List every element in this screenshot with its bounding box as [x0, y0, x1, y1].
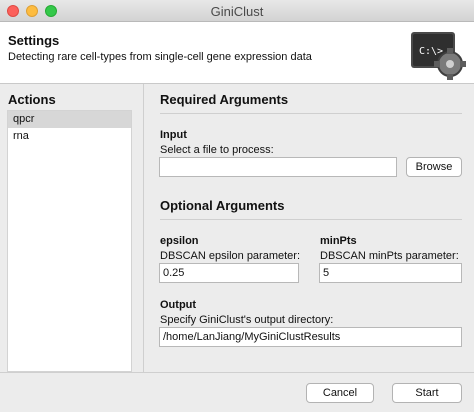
settings-subtitle: Detecting rare cell-types from single-ce…: [8, 51, 312, 63]
actions-list: qpcr rna: [7, 110, 132, 372]
minpts-help: DBSCAN minPts parameter:: [320, 250, 459, 262]
action-item-rna[interactable]: rna: [8, 128, 131, 145]
epsilon-label: epsilon: [160, 235, 199, 247]
actions-title: Actions: [8, 92, 56, 107]
title-bar: GiniClust: [0, 0, 474, 22]
output-directory-field[interactable]: /home/LanJiang/MyGiniClustResults: [159, 327, 462, 347]
action-item-qpcr[interactable]: qpcr: [8, 111, 131, 128]
cancel-button[interactable]: Cancel: [306, 383, 374, 403]
output-label: Output: [160, 299, 197, 311]
epsilon-help: DBSCAN epsilon parameter:: [160, 250, 301, 262]
epsilon-field[interactable]: 0.25: [159, 263, 299, 283]
required-divider: [160, 113, 462, 114]
input-help: Select a file to process:: [160, 144, 274, 156]
minpts-label: minPts: [320, 235, 357, 247]
start-button[interactable]: Start: [392, 383, 462, 403]
input-file-field[interactable]: [159, 157, 397, 177]
input-label: Input: [160, 129, 187, 141]
minpts-field[interactable]: 5: [319, 263, 462, 283]
terminal-gear-icon: C:\>_: [411, 32, 466, 80]
arguments-panel: Required Arguments Input Select a file t…: [143, 84, 474, 372]
optional-arguments-title: Optional Arguments: [160, 198, 285, 213]
output-help: Specify GiniClust's output directory:: [160, 314, 334, 326]
footer-divider: [0, 372, 474, 373]
window-title: GiniClust: [210, 4, 264, 19]
settings-header: Settings Detecting rare cell-types from …: [0, 22, 474, 84]
required-arguments-title: Required Arguments: [160, 92, 289, 107]
settings-title: Settings: [8, 33, 60, 48]
browse-button[interactable]: Browse: [406, 157, 462, 177]
optional-divider: [160, 219, 462, 220]
